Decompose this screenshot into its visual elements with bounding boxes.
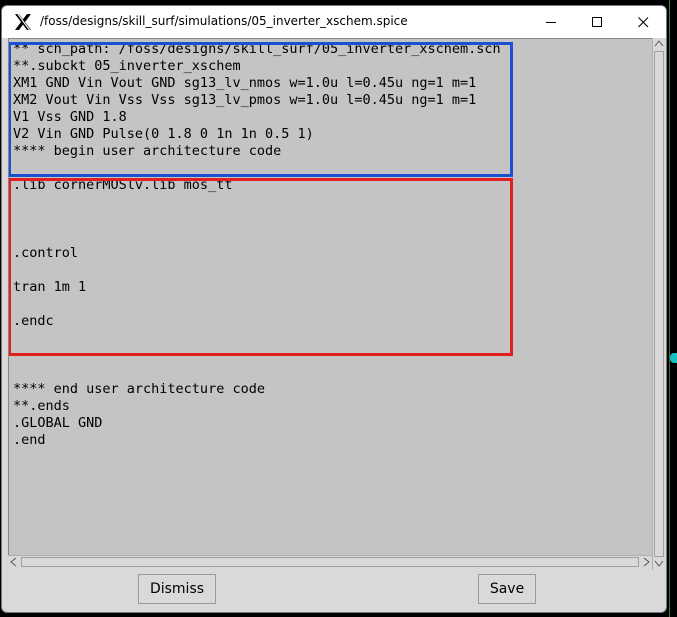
maximize-icon bbox=[592, 17, 602, 27]
window-title: /foss/designs/skill_surf/simulations/05_… bbox=[40, 14, 408, 28]
code-line: .end bbox=[13, 432, 46, 448]
desktop-divider bbox=[669, 0, 670, 617]
horizontal-scrollbar[interactable] bbox=[8, 555, 652, 569]
spice-editor-window: /foss/designs/skill_surf/simulations/05_… bbox=[1, 5, 667, 613]
title-bar[interactable]: /foss/designs/skill_surf/simulations/05_… bbox=[2, 6, 666, 38]
code-line: **.ends bbox=[13, 398, 70, 414]
scroll-right-arrow-icon[interactable] bbox=[640, 556, 652, 568]
scroll-up-arrow-icon[interactable] bbox=[653, 38, 665, 50]
vertical-scrollbar[interactable] bbox=[652, 38, 666, 570]
close-icon bbox=[638, 17, 649, 28]
close-button[interactable] bbox=[620, 6, 666, 38]
save-button[interactable]: Save bbox=[478, 574, 536, 604]
scroll-down-arrow-icon[interactable] bbox=[653, 557, 665, 569]
code-line: **** end user architecture code bbox=[13, 381, 265, 397]
xserver-app-icon bbox=[15, 14, 31, 30]
vertical-scroll-thumb[interactable] bbox=[654, 51, 664, 557]
netlist-highlight-box bbox=[9, 42, 513, 177]
minimize-button[interactable] bbox=[528, 6, 574, 38]
desktop-edge-handle[interactable] bbox=[670, 353, 677, 363]
maximize-button[interactable] bbox=[574, 6, 620, 38]
user-code-highlight-box bbox=[9, 178, 513, 356]
code-line: .GLOBAL GND bbox=[13, 415, 103, 431]
dismiss-button[interactable]: Dismiss bbox=[138, 574, 216, 604]
horizontal-scroll-thumb[interactable] bbox=[21, 557, 639, 567]
scroll-left-arrow-icon[interactable] bbox=[8, 556, 20, 568]
netlist-text-area[interactable]: ** sch_path: /foss/designs/skill_surf/05… bbox=[8, 38, 652, 556]
minimize-icon bbox=[546, 22, 556, 23]
